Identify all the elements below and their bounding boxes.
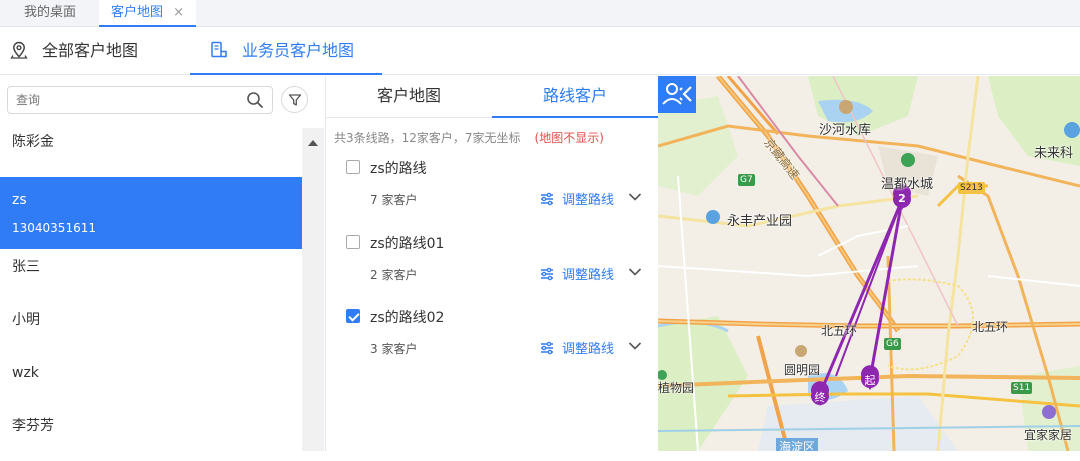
salesperson-name: wzk bbox=[12, 365, 39, 381]
salesperson-phone: 13040351611 bbox=[12, 221, 96, 235]
chevron-down-icon[interactable] bbox=[628, 341, 642, 351]
toggle-panel-button[interactable] bbox=[658, 76, 696, 113]
summary-note: (地图不显示) bbox=[534, 131, 604, 145]
route-summary: 共3条线路，12家客户，7家无坐标 (地图不显示) bbox=[334, 129, 604, 146]
adjust-route-label: 调整路线 bbox=[562, 342, 615, 357]
salesperson-name: zs bbox=[12, 192, 27, 208]
route-name: zs的路线 bbox=[370, 161, 427, 177]
page-tab-label: 客户地图 bbox=[111, 5, 164, 20]
page-tab-bar: 我的桌面 客户地图 × bbox=[0, 0, 1080, 27]
map-label-weilai: 未来科 bbox=[1034, 146, 1074, 161]
route-name: zs的路线01 bbox=[370, 236, 445, 252]
sliders-icon bbox=[541, 341, 553, 355]
filter-icon bbox=[288, 94, 302, 106]
scroll-up-arrow-icon[interactable] bbox=[308, 140, 318, 146]
summary-text: 共3条线路，12家客户，7家无坐标 bbox=[334, 131, 521, 145]
end-marker-label[interactable]: 终 bbox=[813, 389, 827, 405]
map-label-haidian: 海淀区 bbox=[776, 438, 819, 451]
tab-label: 全部客户地图 bbox=[42, 41, 139, 60]
map-label-yuanmingyuan: 圆明园 bbox=[784, 363, 821, 377]
map-view[interactable]: 沙河水库 温都水城 永丰产业园 未来科 北五环 北五环 圆明园 植物园 宜家家居… bbox=[658, 76, 1080, 451]
route-name: zs的路线02 bbox=[370, 310, 445, 326]
map-mode-bar: 全部客户地图 业务员客户地图 bbox=[0, 27, 1080, 75]
adjust-route-label: 调整路线 bbox=[562, 193, 615, 208]
route-checkbox[interactable] bbox=[346, 160, 360, 174]
map-label-wendu: 温都水城 bbox=[881, 177, 934, 192]
chevron-down-icon[interactable] bbox=[628, 192, 642, 202]
map-label-beiwuhuan-east: 北五环 bbox=[972, 320, 1009, 334]
route-checkbox[interactable] bbox=[346, 235, 360, 249]
adjust-route-button[interactable]: 调整路线 bbox=[540, 189, 614, 208]
start-marker-label[interactable]: 起 bbox=[863, 372, 877, 388]
search-box bbox=[7, 86, 273, 114]
cluster-count[interactable]: 2 bbox=[894, 192, 910, 205]
adjust-route-label: 调整路线 bbox=[562, 268, 615, 283]
list-item[interactable]: 陈彩金 bbox=[0, 124, 302, 177]
road-shield-s213: S213 bbox=[958, 182, 985, 194]
list-item-selected[interactable]: zs 13040351611 bbox=[0, 177, 302, 249]
tab-salesperson-customer-map[interactable]: 业务员客户地图 bbox=[190, 27, 382, 75]
route-customer-count: 7 家客户 bbox=[370, 193, 418, 207]
tab-label: 业务员客户地图 bbox=[242, 41, 355, 60]
route-customer-count: 2 家客户 bbox=[370, 268, 418, 282]
tab-route-customers[interactable]: 路线客户 bbox=[492, 76, 658, 118]
page-tab-label: 我的桌面 bbox=[24, 5, 77, 20]
salesperson-name: 小明 bbox=[12, 312, 40, 328]
map-label-yongfeng: 永丰产业园 bbox=[727, 214, 793, 229]
road-shield-s11: S11 bbox=[1011, 382, 1033, 394]
close-icon[interactable]: × bbox=[173, 5, 184, 20]
salesperson-name: 陈彩金 bbox=[12, 134, 54, 150]
sliders-icon bbox=[541, 267, 553, 281]
search-input[interactable] bbox=[8, 87, 238, 113]
map-label-yijia: 宜家家居 bbox=[1024, 428, 1073, 442]
scrollbar[interactable] bbox=[302, 128, 324, 451]
tab-customer-map[interactable]: 客户地图 bbox=[326, 76, 492, 118]
page-tab-customer-map[interactable]: 客户地图 × bbox=[99, 0, 197, 27]
road-shield-g7: G7 bbox=[738, 174, 755, 186]
route-customer-count: 3 家客户 bbox=[370, 342, 418, 356]
route-panel: 客户地图 路线客户 共3条线路，12家客户，7家无坐标 (地图不显示) zs的路线… bbox=[326, 76, 658, 451]
sub-tab-bar: 客户地图 路线客户 bbox=[326, 76, 658, 118]
adjust-route-button[interactable]: 调整路线 bbox=[540, 264, 614, 283]
list-item[interactable]: 张三 bbox=[0, 249, 302, 302]
collapse-person-icon bbox=[662, 83, 692, 105]
tab-all-customer-map[interactable]: 全部客户地图 bbox=[10, 27, 138, 75]
salesperson-name: 张三 bbox=[12, 259, 40, 275]
map-pin-icon bbox=[10, 41, 28, 59]
chevron-down-icon[interactable] bbox=[628, 267, 642, 277]
map-label-beiwuhuan-west: 北五环 bbox=[821, 324, 858, 338]
road-shield-g6: G6 bbox=[884, 338, 901, 350]
salesperson-name: 李芬芳 bbox=[12, 418, 54, 434]
map-label-zhiwuyuan: 植物园 bbox=[658, 381, 695, 395]
search-icon[interactable] bbox=[246, 91, 264, 109]
list-item[interactable]: 李芬芳 bbox=[0, 408, 302, 461]
page-tab-desktop[interactable]: 我的桌面 bbox=[24, 0, 76, 27]
filter-button[interactable] bbox=[281, 86, 308, 113]
adjust-route-button[interactable]: 调整路线 bbox=[540, 338, 614, 357]
map-label-shahe: 沙河水库 bbox=[819, 123, 872, 138]
list-item[interactable]: 小明 bbox=[0, 302, 302, 355]
salesperson-list: 陈彩金 zs 13040351611 张三 小明 wzk 李芬芳 bbox=[0, 124, 302, 461]
sliders-icon bbox=[541, 192, 553, 206]
list-item[interactable]: wzk bbox=[0, 355, 302, 408]
route-checkbox-checked[interactable] bbox=[346, 309, 360, 323]
salesperson-panel: 陈彩金 zs 13040351611 张三 小明 wzk 李芬芳 bbox=[0, 76, 326, 451]
person-map-icon bbox=[211, 41, 227, 58]
